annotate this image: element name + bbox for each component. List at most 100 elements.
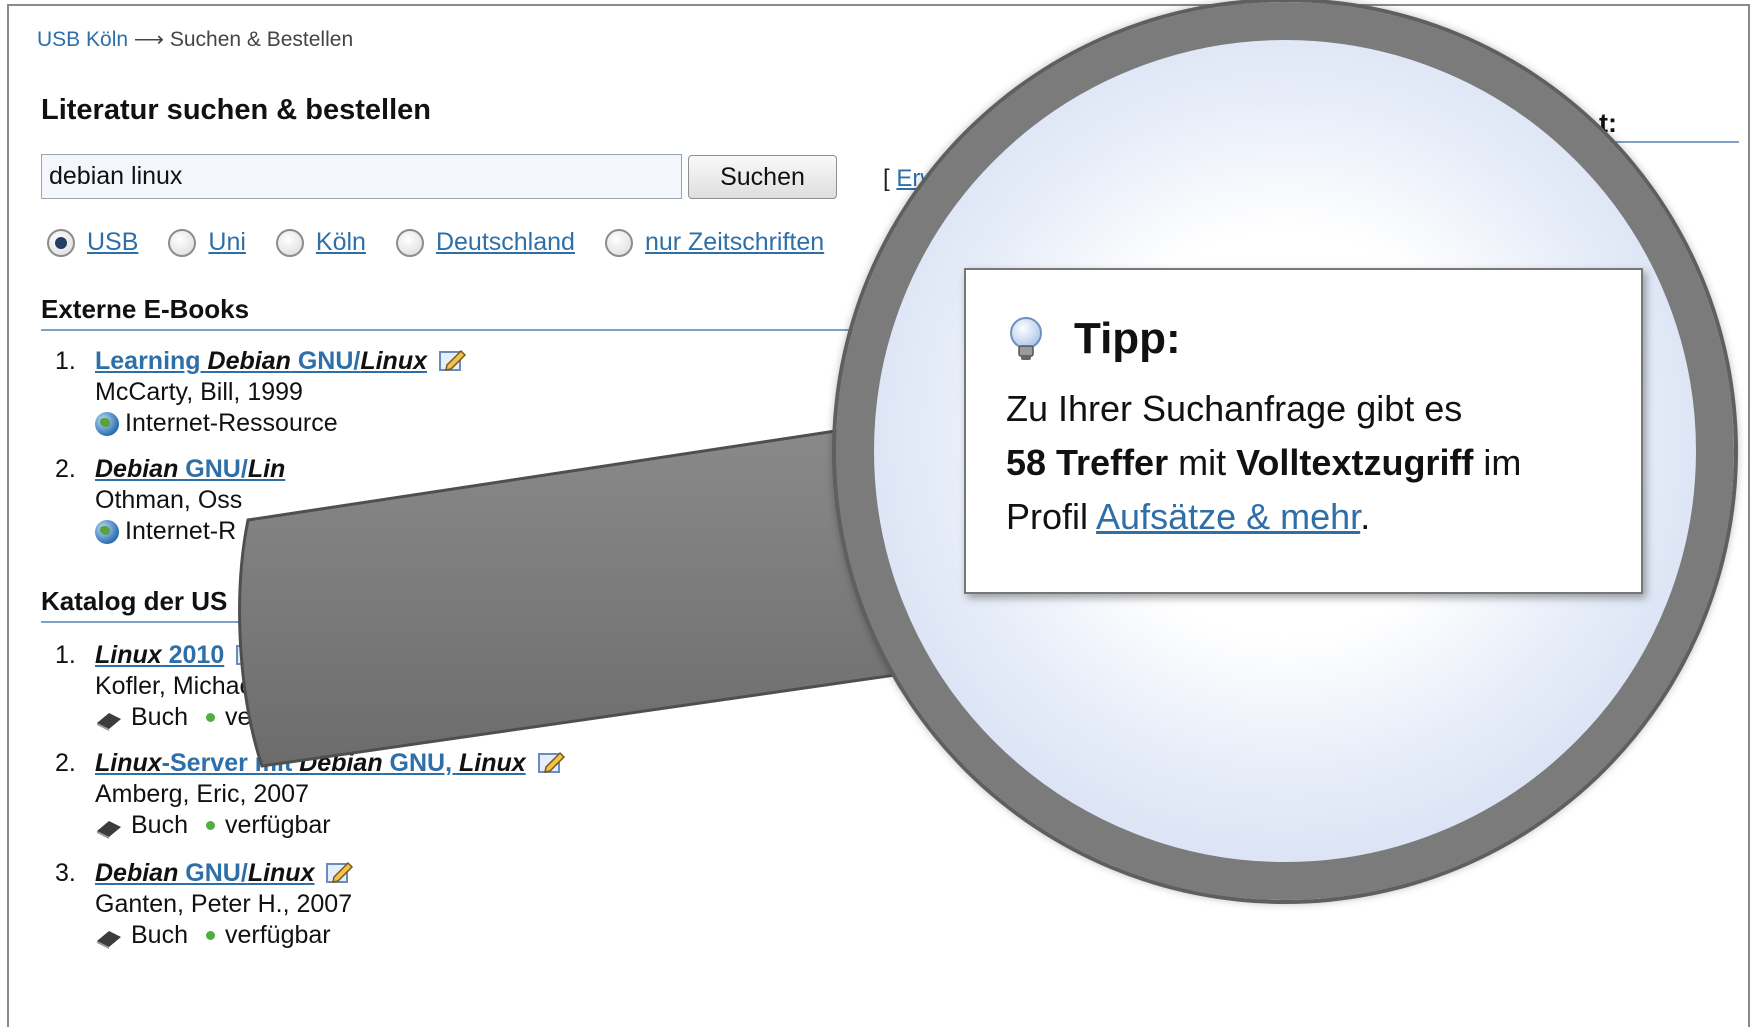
result-number: 2. xyxy=(55,749,76,777)
result-author: Kofler, Michael, xyxy=(95,672,266,700)
result-body: Linux-Server mit Debian GNU, Linux Amber… xyxy=(95,748,566,841)
result-body: Debian GNU/Lin Othman, Oss Internet-R xyxy=(95,454,285,547)
tip-heading: Tipp: xyxy=(1006,314,1601,364)
scope-deutschland-radio[interactable] xyxy=(395,228,424,257)
tip-profile-prefix: Profil xyxy=(1006,496,1097,537)
availability-status: verfügbar xyxy=(224,921,331,949)
result-meta: Internet-Ressource xyxy=(95,408,467,439)
scope-uni-radio[interactable] xyxy=(168,228,197,257)
scope-journals-radio[interactable] xyxy=(604,228,633,257)
edit-note-icon[interactable] xyxy=(439,348,467,372)
edit-note-icon[interactable] xyxy=(326,860,354,884)
title-highlight: Linux xyxy=(360,347,427,375)
title-part: GNU/ xyxy=(290,347,361,375)
result-title-link[interactable]: Learning Debian GNU/Linux xyxy=(95,347,427,375)
result-title: Learning Debian GNU/Linux xyxy=(95,346,467,377)
scope-uni[interactable]: Uni xyxy=(168,228,246,257)
result-type: Internet-R xyxy=(125,517,237,545)
section-heading-ebooks: Externe E-Books xyxy=(41,294,941,331)
book-icon xyxy=(95,708,123,731)
internet-globe-icon xyxy=(95,519,119,544)
title-part: GNU/ xyxy=(178,455,248,483)
scope-usb-label[interactable]: USB xyxy=(87,228,138,257)
availability-status: verfügbar xyxy=(224,811,331,839)
result-title-link[interactable]: Debian GNU/Linux xyxy=(95,859,314,887)
book-icon xyxy=(95,926,123,949)
tip-line-2: 58 Treffer mit Volltextzugriff im xyxy=(1006,436,1601,490)
result-number: 1. xyxy=(55,347,76,375)
result-author: Othman, Oss xyxy=(95,486,243,514)
result-author: McCarty, Bill, 1999 xyxy=(95,378,303,406)
result-title: Linux 2010 xyxy=(95,640,331,671)
tip-fulltext: Volltextzugriff xyxy=(1236,442,1474,483)
result-body: Linux 2010 Kofler, Michael, Buch verfügba… xyxy=(95,640,331,733)
result-title: Debian GNU/Lin xyxy=(95,454,285,485)
search-scope-group: USB Uni Köln Deutschland nur Zeitschrift… xyxy=(47,228,854,257)
title-highlight: Debian xyxy=(299,749,383,777)
page-title: Literatur suchen & bestellen xyxy=(41,94,431,126)
result-type: Buch xyxy=(131,921,188,949)
title-part: GNU, xyxy=(382,749,459,777)
breadcrumb-current: Suchen & Bestellen xyxy=(169,28,354,51)
breadcrumb-home-link[interactable]: USB Köln xyxy=(37,28,128,51)
title-part: GNU/ xyxy=(178,859,248,887)
result-number: 3. xyxy=(55,859,76,887)
title-highlight: Debian xyxy=(95,455,179,483)
title-part: 2010 xyxy=(161,641,225,669)
tip-connector-2: im xyxy=(1473,442,1522,483)
result-type: Buch xyxy=(131,811,188,839)
breadcrumb-separator: ⟶ xyxy=(128,28,170,51)
book-icon xyxy=(95,816,123,839)
tip-line-3: Profil Aufsätze & mehr. xyxy=(1006,490,1601,544)
result-author: Amberg, Eric, 2007 xyxy=(95,780,309,808)
scope-deutschland-label[interactable]: Deutschland xyxy=(436,228,575,257)
search-button[interactable]: Suchen xyxy=(688,155,837,199)
tip-box: Tipp: Zu Ihrer Suchanfrage gibt es 58 Tr… xyxy=(964,268,1643,594)
internet-globe-icon xyxy=(95,411,119,436)
tip-period: . xyxy=(1360,496,1371,537)
result-meta: Buch verfügbar xyxy=(95,702,331,733)
availability-status: verfügbar xyxy=(224,703,331,731)
availability-dot-icon xyxy=(205,821,215,830)
result-meta: Internet-R xyxy=(95,516,285,547)
scope-koeln[interactable]: Köln xyxy=(275,228,366,257)
result-number: 1. xyxy=(55,641,76,669)
availability-dot-icon xyxy=(205,931,215,940)
tip-hit-count: 58 Treffer xyxy=(1006,442,1169,483)
scope-journals[interactable]: nur Zeitschriften xyxy=(604,228,824,257)
scope-journals-label[interactable]: nur Zeitschriften xyxy=(645,228,824,257)
result-meta: Buch verfügbar xyxy=(95,920,354,951)
tip-line-1: Zu Ihrer Suchanfrage gibt es xyxy=(1006,388,1463,429)
tip-profile-link[interactable]: Aufsätze & mehr xyxy=(1096,496,1360,537)
result-body: Debian GNU/Linux Ganten, Peter H., 2007 … xyxy=(95,858,354,951)
scope-koeln-label[interactable]: Köln xyxy=(316,228,366,257)
title-part: -Server mit xyxy=(161,749,300,777)
title-highlight: Linux xyxy=(247,859,315,887)
scope-usb-radio[interactable] xyxy=(47,228,75,257)
result-type: Buch xyxy=(131,703,188,731)
title-highlight: Linux xyxy=(95,641,162,669)
title-highlight: Linux xyxy=(95,749,162,777)
section-heading-catalog: Katalog der US xyxy=(41,586,941,623)
scope-usb[interactable]: USB xyxy=(47,228,138,257)
title-highlight: Linux xyxy=(459,749,526,777)
tip-text: Zu Ihrer Suchanfrage gibt es 58 Treffer … xyxy=(1006,382,1601,544)
result-title-link[interactable]: Linux 2010 xyxy=(95,641,224,669)
tip-connector: mit xyxy=(1168,442,1237,483)
availability-dot-icon xyxy=(205,713,215,722)
scope-uni-label[interactable]: Uni xyxy=(208,228,246,257)
edit-note-icon[interactable] xyxy=(537,750,566,774)
result-author: Ganten, Peter H., 2007 xyxy=(95,890,353,918)
scope-koeln-radio[interactable] xyxy=(275,228,304,257)
search-input[interactable] xyxy=(41,154,682,199)
scope-deutschland[interactable]: Deutschland xyxy=(395,228,575,257)
result-title-link[interactable]: Linux-Server mit Debian GNU, Linux xyxy=(95,749,526,777)
result-title: Linux-Server mit Debian GNU, Linux xyxy=(95,748,566,779)
result-meta: Buch verfügbar xyxy=(95,810,566,841)
result-title-link[interactable]: Debian GNU/Lin xyxy=(95,455,285,483)
title-highlight: Debian xyxy=(207,347,291,375)
edit-note-icon[interactable] xyxy=(236,642,264,666)
tip-title: Tipp: xyxy=(1074,314,1181,363)
title-part: Learning xyxy=(95,347,208,375)
title-highlight: Lin xyxy=(247,455,286,483)
